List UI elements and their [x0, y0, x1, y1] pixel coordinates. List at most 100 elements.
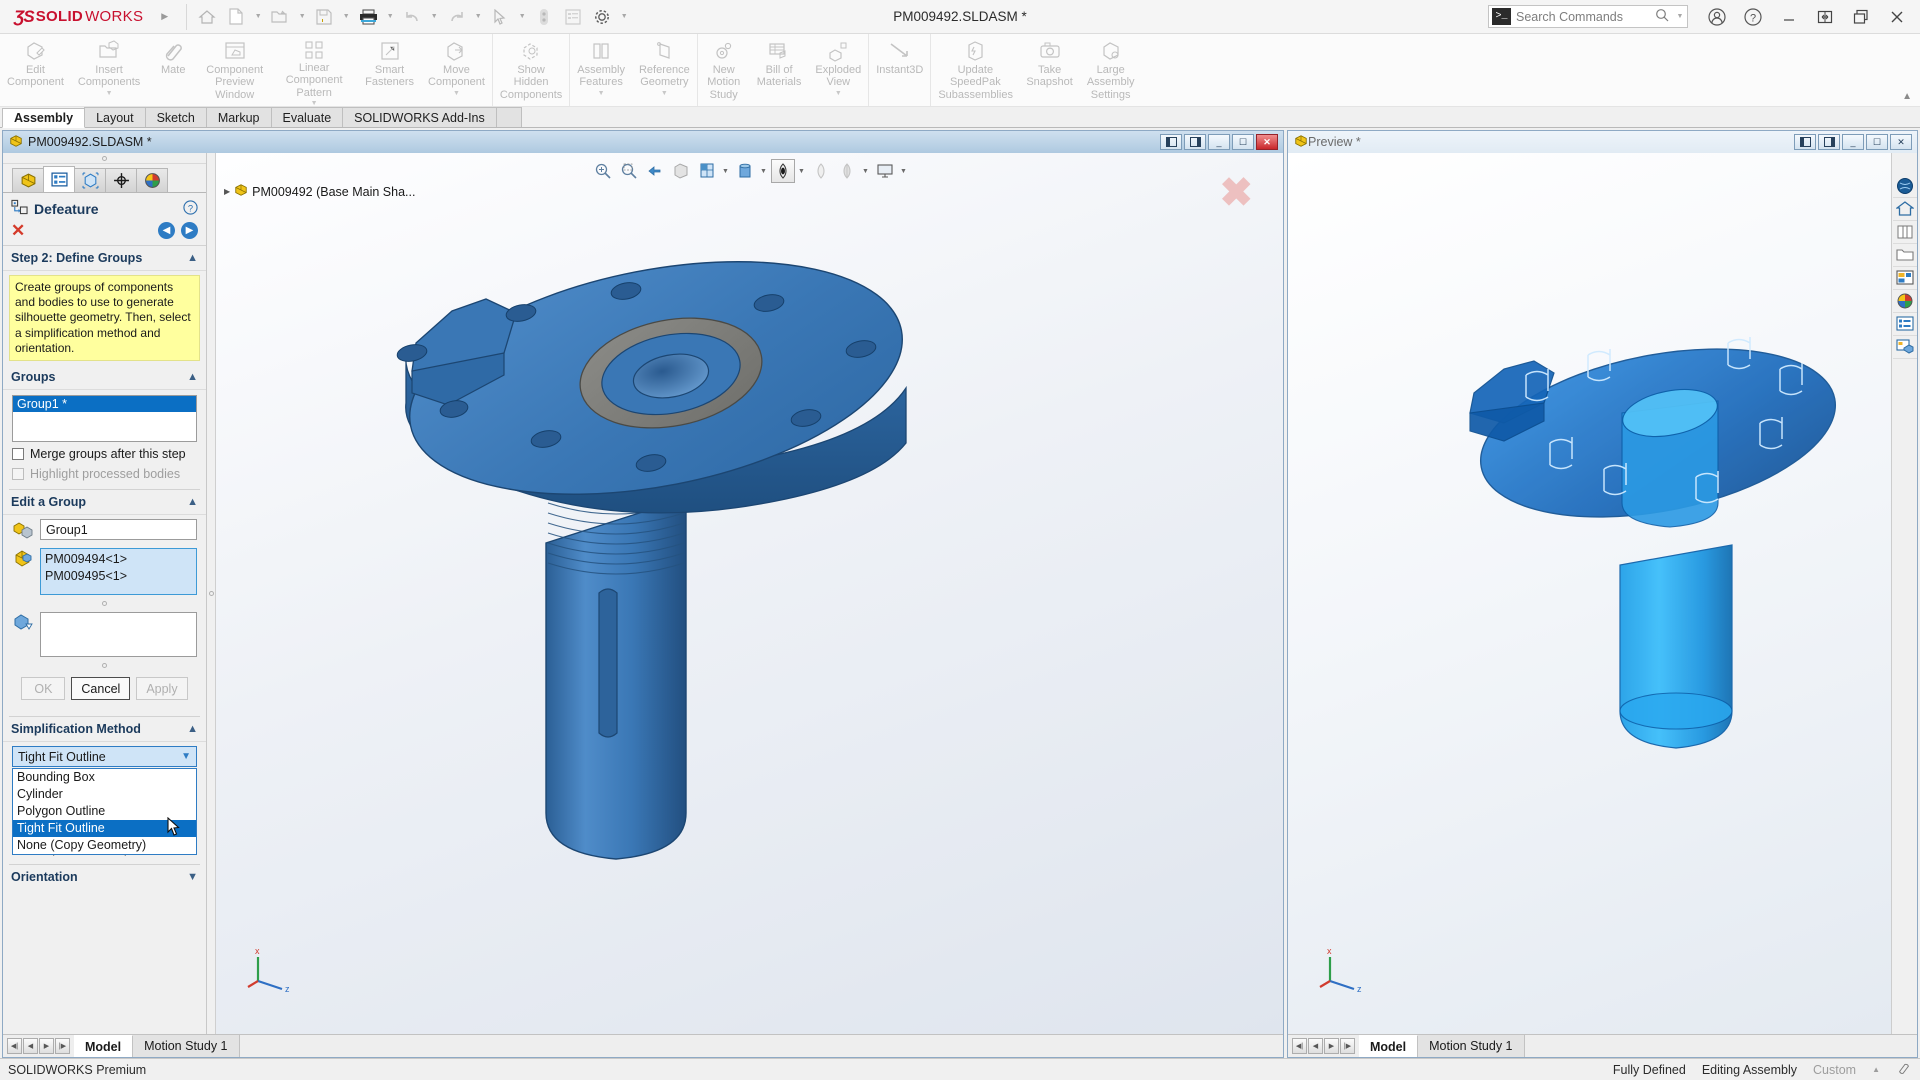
open-document-dropdown-caret-icon[interactable]: ▼: [295, 13, 309, 20]
display-style-icon[interactable]: [733, 159, 757, 183]
last-tab-button[interactable]: |▶: [1340, 1038, 1355, 1054]
3d-interconnect-icon[interactable]: [1893, 336, 1917, 359]
open-document-icon[interactable]: [266, 4, 294, 30]
simplification-method-combobox[interactable]: Tight Fit Outline ▼: [12, 746, 197, 767]
ribbon-mate[interactable]: Mate: [147, 34, 199, 106]
ribbon-reference-geometry[interactable]: Reference Geometry ▼: [632, 34, 697, 106]
doc-tab-model[interactable]: Model: [74, 1035, 133, 1057]
next-tab-button[interactable]: ▶: [1324, 1038, 1339, 1054]
tab-solidworks-add-ins[interactable]: SOLIDWORKS Add-Ins: [342, 107, 497, 127]
tab-evaluate[interactable]: Evaluate: [271, 107, 344, 127]
chevron-up-icon[interactable]: ▲: [187, 496, 198, 508]
close-button[interactable]: [1880, 3, 1914, 31]
file-explorer-icon[interactable]: [1893, 221, 1917, 244]
ribbon-new-motion-study[interactable]: New Motion Study: [698, 34, 750, 106]
view-orientation-caret-icon[interactable]: ▼: [721, 168, 731, 175]
view-settings-icon[interactable]: [873, 159, 897, 183]
ribbon-linear-component-pattern[interactable]: Linear Component Pattern ▼: [270, 34, 358, 106]
edit-appearance-icon[interactable]: [809, 159, 833, 183]
undo-dropdown-caret-icon[interactable]: ▼: [427, 13, 441, 20]
feature-manager-tab[interactable]: [12, 168, 44, 192]
ribbon-dropdown-caret-icon[interactable]: ▼: [598, 90, 605, 98]
group-name-input[interactable]: Group1: [40, 519, 197, 540]
preview-tab-model[interactable]: Model: [1359, 1035, 1418, 1057]
help-icon[interactable]: ?: [183, 200, 198, 218]
viewport-splitter[interactable]: [207, 153, 216, 1034]
restore-window-button[interactable]: [1808, 3, 1842, 31]
zoom-to-area-icon[interactable]: [617, 159, 641, 183]
ribbon-large-assembly-settings[interactable]: Large Assembly Settings: [1080, 34, 1142, 106]
dock-left-button[interactable]: [1160, 134, 1182, 150]
ribbon-take-snapshot[interactable]: Take Snapshot: [1019, 34, 1079, 106]
property-manager-tab[interactable]: [43, 166, 75, 192]
print-dropdown-caret-icon[interactable]: ▼: [383, 13, 397, 20]
select-icon[interactable]: [486, 4, 514, 30]
select-dropdown-caret-icon[interactable]: ▼: [515, 13, 529, 20]
ribbon-update-speedpak-subassemblies[interactable]: Update SpeedPak Subassemblies: [931, 34, 1019, 106]
selected-bodies-box[interactable]: [40, 612, 197, 657]
collapse-ribbon-icon[interactable]: ▲: [1902, 91, 1912, 102]
apply-scene-icon[interactable]: [835, 159, 859, 183]
document-restore-button[interactable]: ☐: [1232, 134, 1254, 150]
cancel-icon[interactable]: ✕: [11, 222, 25, 239]
chevron-up-icon[interactable]: ▲: [187, 723, 198, 735]
section-header-edit-a-group[interactable]: Edit a Group ▲: [3, 490, 206, 515]
simplification-method-dropdown-list[interactable]: Bounding Box Cylinder Polygon Outline Ti…: [12, 768, 197, 855]
zoom-to-fit-icon[interactable]: [591, 159, 615, 183]
ribbon-show-hidden-components[interactable]: Show Hidden Components: [493, 34, 569, 106]
tab-layout[interactable]: Layout: [84, 107, 146, 127]
ribbon-move-component[interactable]: Move Component ▼: [421, 34, 492, 106]
apply-scene-caret-icon[interactable]: ▼: [861, 168, 871, 175]
tab-overflow[interactable]: [496, 107, 522, 127]
display-manager-tab[interactable]: [136, 168, 168, 192]
merge-groups-checkbox[interactable]: [12, 448, 24, 460]
display-style-caret-icon[interactable]: ▼: [759, 168, 769, 175]
redo-dropdown-caret-icon[interactable]: ▼: [471, 13, 485, 20]
list-item[interactable]: PM009494<1>: [45, 551, 192, 568]
dropdown-option-cylinder[interactable]: Cylinder: [13, 786, 196, 803]
doc-tab-motion-study-1[interactable]: Motion Study 1: [133, 1035, 239, 1057]
home-icon[interactable]: [193, 4, 221, 30]
previous-tab-button[interactable]: ◀: [23, 1038, 38, 1054]
list-item[interactable]: Group1 *: [13, 396, 196, 412]
chevron-up-icon[interactable]: ▲: [187, 252, 198, 264]
status-units[interactable]: Custom: [1813, 1063, 1856, 1077]
view-palette-icon[interactable]: [1893, 267, 1917, 290]
ribbon-dropdown-caret-icon[interactable]: ▼: [453, 90, 460, 98]
maximize-button[interactable]: [1844, 3, 1878, 31]
ribbon-bill-of-materials[interactable]: Bill of Materials: [750, 34, 809, 106]
ribbon-smart-fasteners[interactable]: Smart Fasteners: [358, 34, 421, 106]
folder-icon[interactable]: [1893, 244, 1917, 267]
feature-tree-root-row[interactable]: ▶ PM009492 (Base Main Sha...: [224, 183, 415, 200]
ribbon-exploded-view[interactable]: Exploded View ▼: [808, 34, 868, 106]
ribbon-instant3d[interactable]: Instant3D: [869, 34, 930, 106]
save-icon[interactable]: [310, 4, 338, 30]
rebuild-icon[interactable]: [530, 4, 558, 30]
selected-components-box[interactable]: PM009494<1> PM009495<1>: [40, 548, 197, 595]
tab-markup[interactable]: Markup: [206, 107, 272, 127]
search-dropdown-caret-icon[interactable]: ▼: [1673, 13, 1687, 20]
list-item[interactable]: PM009495<1>: [45, 568, 192, 585]
next-step-button[interactable]: ▶: [181, 222, 198, 239]
chevron-down-icon[interactable]: ▼: [181, 751, 191, 762]
chevron-up-icon[interactable]: ▲: [187, 371, 198, 383]
previous-step-button[interactable]: ◀: [158, 222, 175, 239]
3d-viewport[interactable]: ▼ ▼ ▼: [216, 153, 1283, 1034]
search-commands-box[interactable]: >_ Search Commands ▼: [1488, 5, 1688, 28]
chevron-right-icon[interactable]: ▶: [224, 187, 230, 196]
ribbon-dropdown-caret-icon[interactable]: ▼: [661, 90, 668, 98]
document-close-button[interactable]: ✕: [1256, 134, 1278, 150]
cancel-button[interactable]: Cancel: [71, 677, 130, 700]
view-orientation-icon[interactable]: [695, 159, 719, 183]
redo-icon[interactable]: [442, 4, 470, 30]
apply-button[interactable]: Apply: [136, 677, 187, 700]
tab-sketch[interactable]: Sketch: [145, 107, 207, 127]
ribbon-dropdown-caret-icon[interactable]: ▼: [835, 90, 842, 98]
preview-dock-right-button[interactable]: [1818, 134, 1840, 150]
preview-tab-motion-study-1[interactable]: Motion Study 1: [1418, 1035, 1524, 1057]
chevron-down-icon[interactable]: ▼: [187, 871, 198, 883]
section-view-icon[interactable]: [669, 159, 693, 183]
groups-listbox[interactable]: Group1 *: [12, 395, 197, 442]
dropdown-option-bounding-box[interactable]: Bounding Box: [13, 769, 196, 786]
undo-icon[interactable]: [398, 4, 426, 30]
